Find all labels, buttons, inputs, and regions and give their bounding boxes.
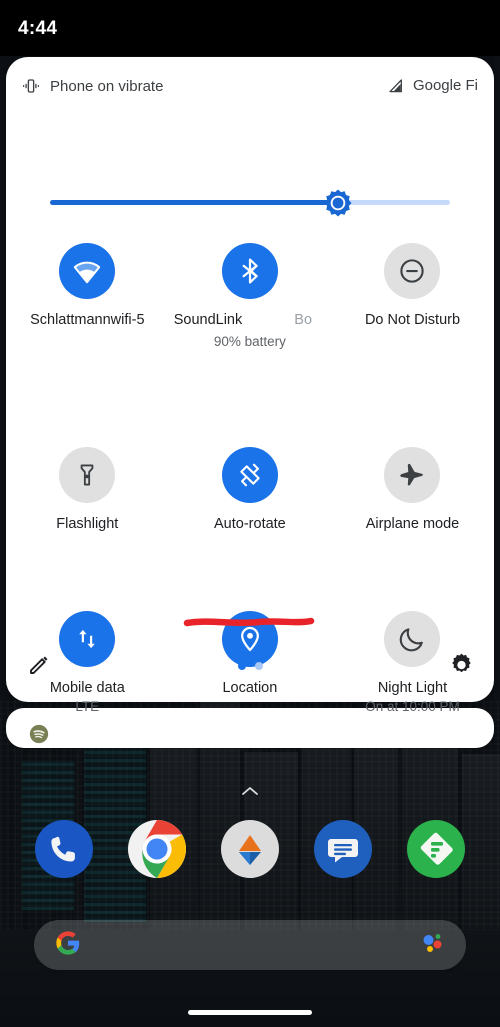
dock-app-chrome[interactable] (128, 820, 186, 878)
google-g-icon (54, 929, 82, 962)
ringer-status[interactable]: Phone on vibrate (22, 77, 163, 95)
airplane-icon (398, 461, 426, 489)
dock-app-drive[interactable] (221, 820, 279, 878)
ringer-status-label: Phone on vibrate (50, 78, 163, 95)
marquee-overflow-text: Bo (294, 312, 312, 328)
quick-settings-panel: Phone on vibrate Google Fi (6, 57, 494, 702)
tile-bluetooth-circle[interactable] (222, 243, 278, 299)
tile-bluetooth[interactable]: | SoundLink Bo 90% battery (169, 243, 332, 349)
google-search-bar[interactable] (34, 920, 466, 970)
google-assistant-icon[interactable] (420, 930, 446, 961)
dock-app-feedly[interactable] (407, 820, 465, 878)
status-bar-clock: 4:44 (18, 18, 57, 40)
page-dot-1[interactable] (238, 662, 246, 670)
tile-do-not-disturb[interactable]: Do Not Disturb (331, 243, 494, 349)
flashlight-icon (74, 462, 100, 488)
dock-app-messages[interactable] (314, 820, 372, 878)
bluetooth-icon (236, 257, 264, 285)
tile-flashlight[interactable]: Flashlight (6, 447, 169, 532)
tile-flashlight-circle[interactable] (59, 447, 115, 503)
brightness-fill (50, 200, 338, 205)
tile-auto-rotate-circle[interactable] (222, 447, 278, 503)
brightness-slider[interactable] (50, 187, 450, 221)
tile-row-1: Schlattmannwifi-5 | SoundLink (6, 243, 494, 349)
carrier-label: Google Fi (413, 77, 478, 94)
tile-airplane-mode-label: Airplane mode (366, 516, 460, 532)
gear-settings-icon (449, 652, 474, 682)
quick-settings-footer (6, 636, 494, 702)
auto-rotate-icon (236, 461, 264, 489)
app-dock (0, 816, 500, 882)
tile-wifi-label: Schlattmannwifi-5 (30, 312, 144, 328)
tile-auto-rotate-label: Auto-rotate (214, 516, 286, 532)
dock-app-phone[interactable] (35, 820, 93, 878)
tile-do-not-disturb-circle[interactable] (384, 243, 440, 299)
tile-wifi[interactable]: Schlattmannwifi-5 (6, 243, 169, 349)
vibrate-icon (22, 77, 40, 95)
app-drawer-handle[interactable] (0, 784, 500, 802)
home-gesture-bar[interactable] (188, 1010, 312, 1015)
quick-settings-header: Phone on vibrate Google Fi (6, 57, 494, 119)
status-bar: 4:44 (0, 0, 500, 56)
chevron-up-icon (240, 784, 260, 802)
carrier-status[interactable]: Google Fi (388, 77, 478, 94)
tile-row-2: Flashlight Auto-rotate (6, 447, 494, 532)
settings-button[interactable] (444, 650, 478, 684)
page-dot-2[interactable] (255, 662, 263, 670)
brightness-sun-icon[interactable] (323, 188, 353, 218)
wifi-icon (72, 256, 102, 286)
page-indicator (6, 662, 494, 670)
tile-airplane-mode[interactable]: Airplane mode (331, 447, 494, 532)
tile-airplane-mode-circle[interactable] (384, 447, 440, 503)
tile-wifi-circle[interactable] (59, 243, 115, 299)
tile-bluetooth-sub: 90% battery (214, 334, 286, 349)
spotify-icon (29, 724, 49, 744)
tile-do-not-disturb-label: Do Not Disturb (365, 312, 460, 328)
do-not-disturb-icon (398, 257, 426, 285)
tile-bluetooth-label: SoundLink (174, 312, 242, 328)
tile-auto-rotate[interactable]: Auto-rotate (169, 447, 332, 532)
tile-bluetooth-label-marquee: | SoundLink Bo (174, 312, 326, 331)
spotify-notification[interactable] (6, 708, 494, 748)
tile-flashlight-label: Flashlight (56, 516, 118, 532)
signal-triangle-icon (388, 78, 404, 94)
